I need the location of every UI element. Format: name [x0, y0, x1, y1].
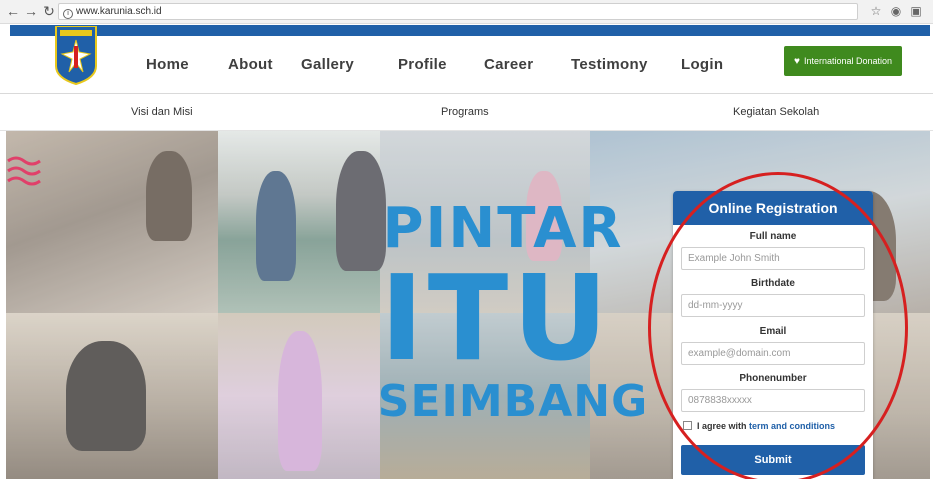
arrow-right-icon[interactable]: → — [22, 2, 40, 20]
birthdate-label: Birthdate — [751, 278, 795, 289]
online-registration-form: Online Registration Full name Example Jo… — [673, 191, 873, 479]
donate-label: International Donation — [803, 56, 892, 66]
info-icon: i — [63, 9, 73, 19]
subnav-visi-misi[interactable]: Visi dan Misi — [131, 106, 193, 118]
agree-checkbox[interactable] — [683, 421, 692, 430]
email-input[interactable]: example@domain.com — [681, 342, 865, 365]
school-logo[interactable] — [54, 25, 98, 86]
phone-label: Phonenumber — [739, 373, 807, 384]
agree-terms-row: I agree with term and conditions — [683, 421, 835, 431]
browser-toolbar: ← → ↻ i www.karunia.sch.id ☆ ◉ ▣ — [0, 0, 933, 24]
top-blue-strip — [10, 25, 930, 36]
site-header: Home About Gallery Profile Career Testim… — [0, 25, 933, 94]
nav-about[interactable]: About — [228, 56, 273, 73]
reload-icon[interactable]: ↻ — [40, 2, 58, 20]
hero-headline-itu: ITU — [379, 249, 613, 387]
terms-link[interactable]: term and conditions — [749, 421, 835, 431]
submit-button[interactable]: Submit — [681, 445, 865, 475]
wave-decoration-icon — [7, 156, 41, 186]
star-icon[interactable]: ☆ — [868, 3, 884, 19]
address-bar[interactable]: i www.karunia.sch.id — [58, 3, 858, 20]
birthdate-input[interactable]: dd-mm-yyyy — [681, 294, 865, 317]
fullname-input[interactable]: Example John Smith — [681, 247, 865, 270]
email-label: Email — [759, 326, 787, 337]
subnav-programs[interactable]: Programs — [441, 106, 489, 118]
url-text: www.karunia.sch.id — [76, 6, 162, 17]
arrow-left-icon[interactable]: ← — [4, 2, 22, 20]
heart-icon: ♥ — [794, 56, 800, 67]
subnav-kegiatan[interactable]: Kegiatan Sekolah — [733, 106, 819, 118]
international-donation-button[interactable]: ♥ International Donation — [784, 46, 902, 76]
nav-login[interactable]: Login — [681, 56, 723, 73]
agree-text: I agree with — [697, 421, 747, 431]
phone-input[interactable]: 0878838xxxxx — [681, 389, 865, 412]
hero-headline-seimbang: SEIMBANG — [377, 376, 649, 427]
nav-career[interactable]: Career — [484, 56, 533, 73]
nav-gallery[interactable]: Gallery — [301, 56, 354, 73]
registration-title: Online Registration — [673, 191, 873, 225]
nav-testimony[interactable]: Testimony — [571, 56, 648, 73]
nav-profile[interactable]: Profile — [398, 56, 447, 73]
fullname-label: Full name — [749, 231, 797, 242]
sub-navigation: Visi dan Misi Programs Kegiatan Sekolah — [0, 95, 933, 131]
extension-icon[interactable]: ◉ — [888, 3, 904, 19]
camera-icon[interactable]: ▣ — [908, 3, 924, 19]
nav-home[interactable]: Home — [146, 56, 189, 73]
